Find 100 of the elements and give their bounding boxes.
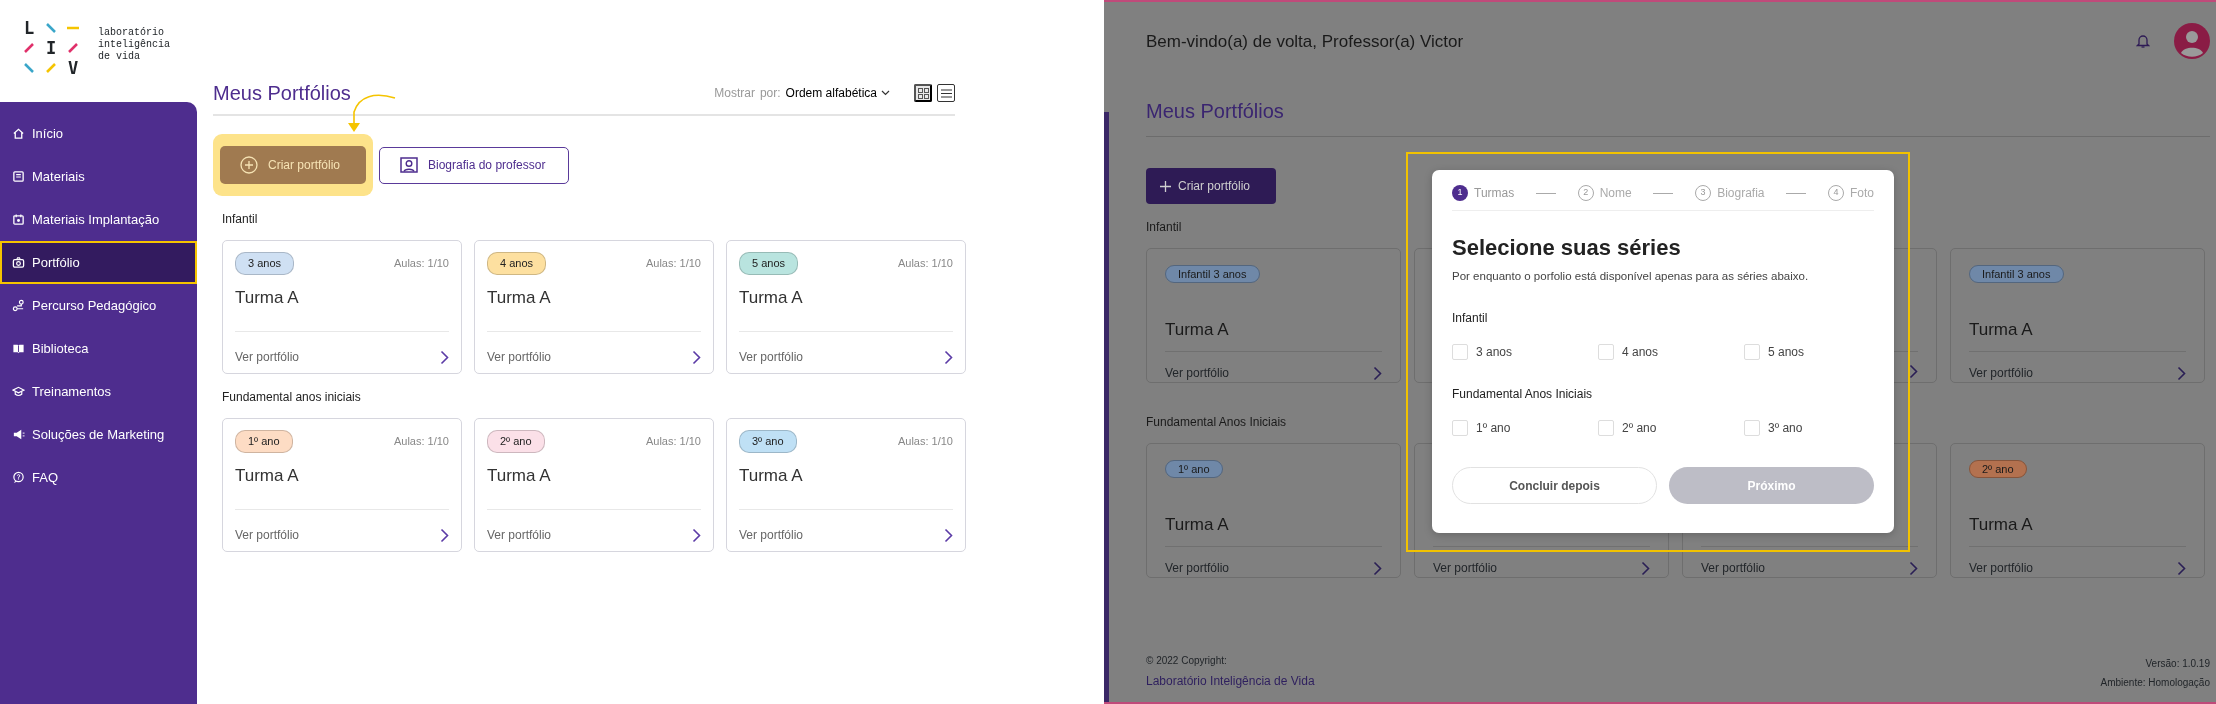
checkbox[interactable] (1452, 344, 1468, 361)
home-icon (12, 127, 25, 140)
version-text: Versão: 1.0.19 (2145, 657, 2210, 671)
open-book-icon (12, 342, 25, 355)
company-link[interactable]: Laboratório Inteligência de Vida (1146, 672, 1315, 690)
finish-later-button[interactable]: Concluir depois (1452, 467, 1657, 505)
view-portfolio-link[interactable]: Ver portfólio (235, 526, 300, 544)
chevron-right-icon[interactable] (1909, 560, 1918, 576)
create-portfolio-button[interactable]: Criar portfólio (1146, 168, 1276, 204)
checkbox-label: 3º ano (1768, 420, 1803, 438)
sidebar-item[interactable]: Materiais (0, 155, 197, 198)
graduation-cap-icon (12, 385, 25, 398)
sidebar-item[interactable]: FAQ (0, 456, 197, 499)
logo-dash-icon (44, 61, 58, 75)
checkbox[interactable] (1452, 420, 1468, 437)
chevron-right-icon[interactable] (1641, 560, 1650, 576)
chevron-right-icon[interactable] (1909, 364, 1918, 379)
chevron-right-icon[interactable] (1373, 365, 1382, 381)
page-title: Meus Portfólios (213, 81, 351, 106)
logo-letter: V (67, 59, 79, 77)
grade-tag: 3 anos (235, 252, 295, 275)
class-name: Turma A (235, 464, 300, 487)
camera-icon (12, 256, 25, 269)
environment-text: Ambiente: Homologação (2100, 676, 2210, 690)
logo-dash-icon (22, 41, 36, 55)
class-name: Turma A (487, 464, 552, 487)
chevron-right-icon[interactable] (692, 349, 701, 365)
step-number: 1 (1452, 185, 1468, 201)
chevron-right-icon[interactable] (1373, 560, 1382, 576)
sidebar-item[interactable]: Portfólio (0, 241, 197, 284)
grade-tag: 2º ano (487, 430, 545, 453)
sidebar-item[interactable]: Materiais Implantação (0, 198, 197, 241)
sidebar-item[interactable]: Treinamentos (0, 370, 197, 413)
checkbox[interactable] (1744, 420, 1760, 437)
class-name: Turma A (1165, 514, 1230, 536)
bell-icon[interactable] (2136, 33, 2150, 49)
logo-dash-icon (44, 21, 58, 35)
lesson-count: Aulas: 1/10 (897, 434, 953, 449)
chevron-right-icon[interactable] (2177, 365, 2186, 381)
avatar-icon[interactable] (2174, 23, 2210, 59)
view-portfolio-link[interactable]: Ver portfólio (1165, 364, 1230, 382)
checkbox-label: 1º ano (1476, 420, 1511, 438)
lesson-count: Aulas: 1/10 (393, 434, 449, 449)
class-name: Turma A (1969, 514, 2034, 536)
portrait-icon (400, 157, 418, 173)
group-title: Infantil (1452, 310, 1489, 328)
view-toggle[interactable] (937, 84, 955, 102)
step-label: Foto (1849, 185, 1874, 202)
section-title: Fundamental Anos Iniciais (1146, 414, 1287, 431)
view-portfolio-link[interactable]: Ver portfólio (1969, 559, 2034, 577)
view-toggle[interactable] (914, 84, 932, 102)
sort-label: Mostrar (714, 85, 755, 102)
class-name: Turma A (235, 286, 300, 309)
chevron-right-icon[interactable] (944, 349, 953, 365)
view-portfolio-link[interactable]: Ver portfólio (1969, 364, 2034, 382)
view-portfolio-link[interactable]: Ver portfólio (1165, 559, 1230, 577)
logo-letter: I (45, 39, 57, 57)
list-icon (940, 88, 952, 98)
lesson-count: Aulas: 1/10 (897, 256, 953, 271)
checkbox[interactable] (1744, 344, 1760, 361)
grade-tag: 3º ano (739, 430, 797, 453)
chevron-right-icon[interactable] (2177, 560, 2186, 576)
plus-circle-icon (240, 156, 258, 174)
checkbox[interactable] (1598, 420, 1614, 437)
sort-dropdown[interactable]: Ordem alfabética (785, 84, 890, 102)
lesson-count: Aulas: 1/10 (645, 434, 701, 449)
sidebar-item[interactable]: Biblioteca (0, 327, 197, 370)
route-icon (12, 299, 25, 312)
sidebar-item[interactable]: Início (0, 112, 197, 155)
chevron-right-icon[interactable] (440, 349, 449, 365)
book-icon (12, 170, 25, 183)
section-title: Infantil (222, 211, 258, 228)
view-portfolio-link[interactable]: Ver portfólio (487, 348, 552, 366)
sort-label: por: (759, 85, 781, 102)
view-portfolio-link[interactable]: Ver portfólio (1701, 559, 1766, 577)
section-title: Fundamental anos iniciais (222, 389, 361, 406)
lesson-count: Aulas: 1/10 (645, 256, 701, 271)
view-portfolio-link[interactable]: Ver portfólio (235, 348, 300, 366)
sidebar-item[interactable]: Percurso Pedagógico (0, 284, 197, 327)
view-portfolio-link[interactable]: Ver portfólio (739, 348, 804, 366)
chevron-right-icon[interactable] (692, 527, 701, 543)
checkbox[interactable] (1598, 344, 1614, 361)
view-portfolio-link[interactable]: Ver portfólio (1433, 559, 1498, 577)
grade-tag: 1º ano (235, 430, 293, 453)
chevron-right-icon[interactable] (944, 527, 953, 543)
grade-tag: 5 anos (739, 252, 799, 275)
view-portfolio-link[interactable]: Ver portfólio (739, 526, 804, 544)
chevron-right-icon[interactable] (440, 527, 449, 543)
grid-icon (917, 87, 929, 99)
megaphone-icon (12, 428, 25, 441)
grade-tag: 2º ano (1969, 460, 2027, 478)
sidebar-item[interactable]: Soluções de Marketing (0, 413, 197, 456)
step-label: Nome (1599, 185, 1632, 202)
create-portfolio-button[interactable]: Criar portfólio (220, 146, 366, 184)
group-title: Fundamental Anos Iniciais (1452, 386, 1594, 404)
view-portfolio-link[interactable]: Ver portfólio (487, 526, 552, 544)
copyright-text: © 2022 Copyright: (1146, 654, 1228, 668)
plus-icon (1160, 180, 1171, 192)
step-label: Turmas (1474, 185, 1515, 202)
teacher-bio-button[interactable]: Biografia do professor (379, 146, 569, 184)
